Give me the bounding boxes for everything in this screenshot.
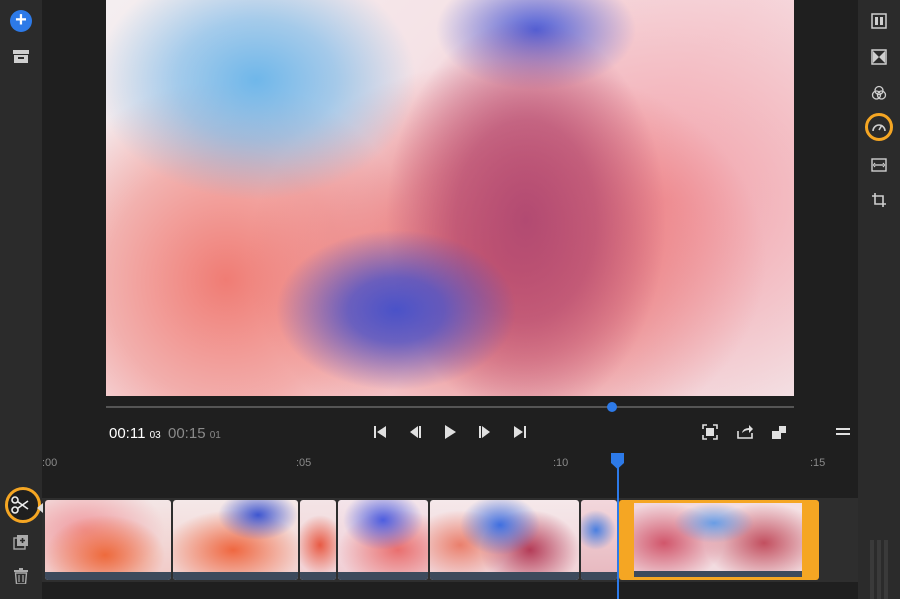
crop-icon[interactable]	[871, 192, 887, 208]
timeline-clip[interactable]	[173, 500, 298, 580]
timeline-clip[interactable]	[45, 500, 171, 580]
timeline-scrollbar[interactable]	[866, 540, 892, 599]
add-media-button[interactable]: +	[10, 10, 32, 32]
selected-clip-thumbnail	[634, 503, 802, 571]
scrub-bar[interactable]	[106, 406, 794, 408]
ruler-label-5: :05	[296, 457, 311, 469]
video-preview[interactable]	[106, 0, 794, 396]
audio-icon[interactable]	[871, 157, 887, 173]
video-editor: +	[0, 0, 900, 599]
step-forward-icon[interactable]	[477, 424, 493, 440]
selected-clip[interactable]	[619, 500, 819, 580]
menu-icon[interactable]	[836, 427, 850, 437]
step-back-icon[interactable]	[407, 424, 423, 440]
archive-icon[interactable]	[13, 50, 29, 63]
ruler-label-0: :00	[42, 457, 57, 469]
scissors-icon[interactable]	[10, 495, 30, 515]
total-timecode: 00:15 01	[168, 425, 221, 442]
skip-to-start-icon[interactable]	[372, 424, 388, 440]
transitions-icon[interactable]	[871, 49, 887, 65]
current-time: 00:11	[109, 425, 145, 442]
trash-icon[interactable]	[14, 568, 28, 584]
playhead-line	[617, 466, 619, 599]
ruler-label-10: :10	[553, 457, 568, 469]
current-timecode: 00:11 03	[109, 425, 161, 442]
titles-icon[interactable]	[871, 13, 887, 29]
timeline-clip[interactable]	[581, 500, 617, 580]
ruler-label-15: :15	[810, 457, 825, 469]
right-toolbar	[858, 0, 900, 599]
selected-clip-audio-bar	[634, 571, 802, 577]
scrub-knob[interactable]	[607, 402, 617, 412]
timeline-clip[interactable]	[430, 500, 579, 580]
aspect-icon[interactable]	[771, 424, 787, 440]
play-icon[interactable]	[442, 424, 458, 440]
skip-to-end-icon[interactable]	[512, 424, 528, 440]
split-arrow-icon	[37, 503, 43, 513]
timeline-clip[interactable]	[338, 500, 428, 580]
color-icon[interactable]	[871, 85, 887, 101]
export-icon[interactable]	[737, 424, 753, 440]
duplicate-icon[interactable]	[13, 534, 29, 550]
current-frames: 03	[150, 430, 161, 441]
total-time: 00:15	[168, 425, 206, 442]
total-frames: 01	[210, 430, 221, 441]
fit-frame-icon[interactable]	[702, 424, 718, 440]
speed-icon[interactable]	[871, 119, 887, 135]
timeline-clip[interactable]	[300, 500, 336, 580]
